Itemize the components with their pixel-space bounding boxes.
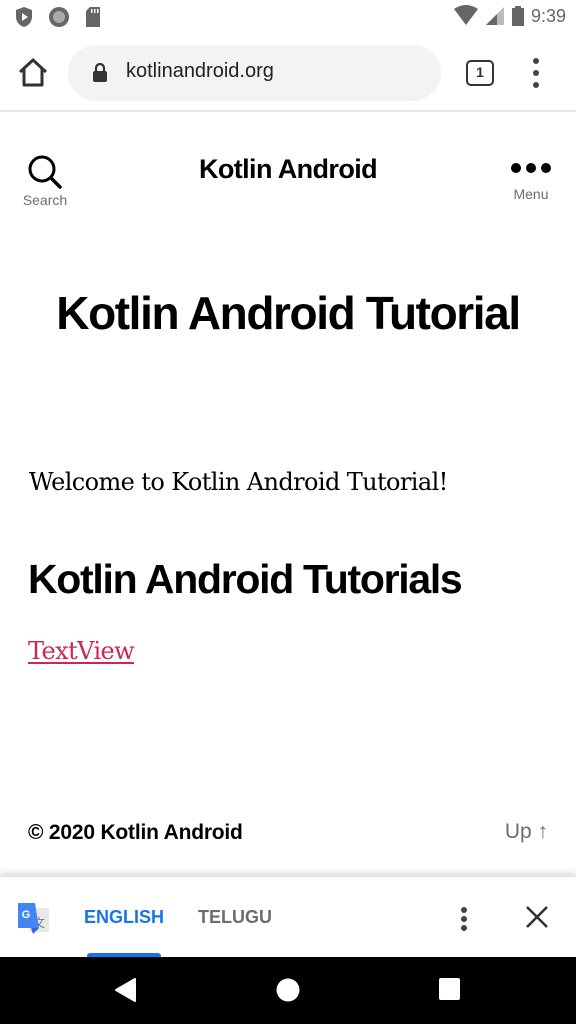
status-bar: 9:39 [0, 0, 576, 34]
translate-bar: 文 G ENGLISH TELUGU [0, 876, 576, 958]
tab-english[interactable]: ENGLISH [84, 907, 164, 928]
shield-play-icon [16, 7, 32, 27]
site-title[interactable]: Kotlin Android [0, 154, 576, 185]
footer-copyright: © 2020 Kotlin Android [28, 821, 243, 844]
status-time: 9:39 [530, 5, 566, 26]
back-to-top-link[interactable]: Up ↑ [505, 820, 548, 844]
more-horiz-icon [506, 162, 556, 174]
svg-text:G: G [22, 909, 31, 921]
back-icon[interactable] [114, 977, 138, 1003]
close-icon[interactable] [524, 904, 550, 930]
recents-icon[interactable] [438, 977, 462, 1001]
textview-link[interactable]: TextView [28, 637, 135, 665]
lock-icon [93, 63, 107, 82]
cell-signal-icon [485, 7, 504, 25]
tab-telugu[interactable]: TELUGU [198, 907, 272, 928]
page-title: Kotlin Android Tutorial [56, 287, 521, 339]
menu-label: Menu [513, 186, 549, 202]
circle-icon [49, 7, 69, 27]
menu-button[interactable]: Menu [506, 162, 556, 202]
translate-options-button[interactable] [456, 907, 472, 931]
address-bar[interactable]: kotlinandroid.org [68, 45, 441, 101]
section-heading: Kotlin Android Tutorials [28, 556, 463, 602]
site-header: Search Kotlin Android Menu [0, 114, 576, 234]
tab-switcher-button[interactable]: 1 [466, 60, 494, 86]
browser-menu-button[interactable] [526, 58, 546, 88]
google-translate-icon: 文 G [18, 903, 49, 934]
home-nav-icon[interactable] [275, 977, 301, 1003]
url-text[interactable]: kotlinandroid.org [126, 60, 274, 83]
system-nav-bar [0, 957, 576, 1024]
home-icon[interactable] [16, 56, 50, 90]
battery-icon [511, 6, 524, 26]
search-label: Search [22, 192, 68, 208]
browser-toolbar: kotlinandroid.org 1 [0, 34, 576, 112]
wifi-icon [453, 5, 478, 25]
sd-card-icon [86, 7, 100, 27]
welcome-text: Welcome to Kotlin Android Tutorial! [29, 468, 448, 496]
